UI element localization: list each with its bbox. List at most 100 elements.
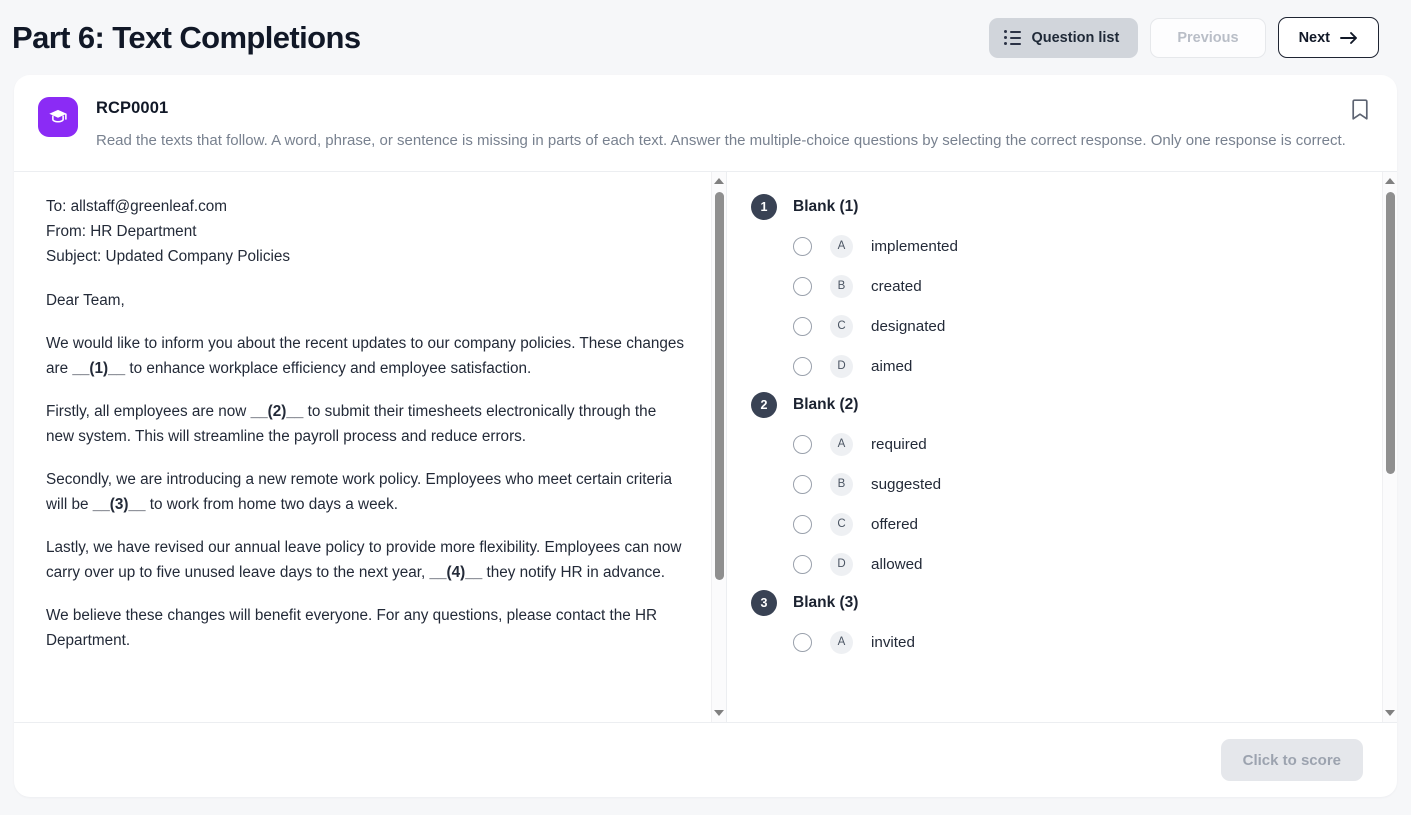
option-text: aimed [871, 357, 913, 375]
questions-scrollbar[interactable] [1382, 172, 1397, 722]
option-text: invited [871, 633, 915, 651]
passage-paragraph-5: We believe these changes will benefit ev… [46, 607, 658, 650]
graduation-cap-icon [38, 97, 78, 137]
questions-scrollbar-thumb[interactable] [1386, 192, 1395, 475]
radio-icon[interactable] [793, 316, 812, 336]
question-block: 1 Blank (1) Aimplemented Bcreated Cdesignate… [751, 194, 1362, 386]
question-code: RCP0001 [96, 99, 169, 117]
option-letter-badge: D [830, 354, 853, 378]
blank-1-marker: __(1)__ [72, 359, 126, 377]
paragraph-2-part-a: Firstly, all employees are now [46, 402, 251, 420]
passage-scroll-down-arrow[interactable] [712, 706, 726, 720]
answer-option[interactable]: Bcreated [793, 266, 1362, 306]
radio-icon[interactable] [793, 276, 812, 296]
question-block: 3 Blank (3) Ainvited [751, 590, 1362, 662]
passage-from-line: From: HR Department [46, 223, 197, 241]
passage-paragraph-1: We would like to inform you about the re… [46, 331, 687, 381]
bookmark-icon [1351, 99, 1369, 124]
answer-option[interactable]: Bsuggested [793, 464, 1362, 504]
passage-paragraph-4: Lastly, we have revised our annual leave… [46, 535, 687, 585]
blank-3-marker: __(3)__ [92, 496, 146, 513]
passage-greeting: Dear Team, [46, 291, 125, 309]
radio-icon[interactable] [793, 236, 812, 256]
previous-button[interactable]: Previous [1150, 17, 1266, 58]
card-header-text: RCP0001 Read the texts that follow. A wo… [96, 97, 1346, 153]
bookmark-button[interactable] [1351, 99, 1369, 124]
next-button[interactable]: Next [1277, 17, 1379, 58]
top-bar-actions: Question list Previous Next [989, 17, 1379, 58]
option-letter-badge: B [830, 472, 853, 496]
passage-paragraph-3: Secondly, we are introducing a new remot… [46, 467, 687, 517]
option-text: suggested [871, 475, 942, 493]
option-text: allowed [871, 555, 923, 573]
option-letter-badge: A [830, 432, 853, 456]
blank-4-marker: __(4)__ [429, 564, 483, 582]
click-to-score-button[interactable]: Click to score [1220, 739, 1363, 781]
radio-icon[interactable] [793, 632, 812, 652]
card-footer: Click to score [14, 722, 1397, 797]
questions-list: 1 Blank (1) Aimplemented Bcreated Cdesignate… [751, 194, 1362, 662]
paragraph-1-part-b: to enhance workplace efficiency and empl… [125, 359, 532, 377]
questions-scroll-area[interactable]: 1 Blank (1) Aimplemented Bcreated Cdesignate… [727, 172, 1382, 722]
radio-icon[interactable] [793, 514, 812, 534]
blank-2-marker: __(2)__ [250, 402, 304, 420]
question-title: Blank (2) [793, 396, 859, 414]
passage-subject-line: Subject: Updated Company Policies [46, 248, 291, 266]
option-letter-badge: C [830, 314, 853, 338]
page-title: Part 6: Text Completions [12, 19, 361, 55]
option-letter-badge: C [830, 512, 853, 536]
question-number-badge: 3 [751, 590, 777, 617]
question-number-badge: 2 [751, 392, 777, 419]
previous-label: Previous [1177, 29, 1239, 46]
next-label: Next [1298, 29, 1330, 46]
answer-option[interactable]: Cdesignated [793, 306, 1362, 346]
option-letter-badge: A [830, 630, 853, 654]
questions-scroll-up-arrow[interactable] [1383, 174, 1397, 188]
passage-headers: To: allstaff@greenleaf.com From: HR Depa… [46, 194, 687, 269]
passage-scrollbar-thumb[interactable] [715, 192, 724, 581]
radio-icon[interactable] [793, 554, 812, 574]
answer-option[interactable]: Coffered [793, 504, 1362, 544]
radio-icon[interactable] [793, 434, 812, 454]
question-title: Blank (1) [793, 198, 859, 216]
list-icon [1004, 30, 1021, 45]
card-body: To: allstaff@greenleaf.com From: HR Depa… [14, 172, 1397, 722]
radio-icon[interactable] [793, 474, 812, 494]
option-letter-badge: B [830, 274, 853, 298]
top-bar: Part 6: Text Completions Question list P… [0, 0, 1411, 75]
passage-text: To: allstaff@greenleaf.com From: HR Depa… [46, 194, 687, 653]
question-number-badge: 1 [751, 194, 777, 221]
passage-to-line: To: allstaff@greenleaf.com [46, 198, 228, 216]
answer-option[interactable]: Aimplemented [793, 226, 1362, 266]
passage-paragraph-2: Firstly, all employees are now __(2)__ t… [46, 399, 687, 449]
answer-option[interactable]: Arequired [793, 424, 1362, 464]
option-text: implemented [871, 237, 958, 255]
paragraph-4-part-b: they notify HR in advance. [482, 564, 666, 582]
questions-pane: 1 Blank (1) Aimplemented Bcreated Cdesignate… [727, 172, 1397, 722]
questions-scroll-down-arrow[interactable] [1383, 706, 1397, 720]
question-header: 2 Blank (2) [751, 392, 1362, 419]
passage-pane: To: allstaff@greenleaf.com From: HR Depa… [14, 172, 727, 722]
option-letter-badge: D [830, 552, 853, 576]
radio-icon[interactable] [793, 356, 812, 376]
question-list-label: Question list [1031, 29, 1120, 46]
question-card: RCP0001 Read the texts that follow. A wo… [14, 75, 1397, 797]
answer-option[interactable]: Dallowed [793, 544, 1362, 584]
arrow-right-icon [1340, 31, 1358, 45]
passage-scrollbar[interactable] [711, 172, 726, 722]
answer-option[interactable]: Ainvited [793, 622, 1362, 662]
option-text: designated [871, 317, 946, 335]
passage-scroll-area[interactable]: To: allstaff@greenleaf.com From: HR Depa… [14, 172, 711, 722]
option-letter-badge: A [830, 234, 853, 258]
card-header: RCP0001 Read the texts that follow. A wo… [14, 75, 1397, 173]
question-header: 1 Blank (1) [751, 194, 1362, 221]
passage-scroll-up-arrow[interactable] [712, 174, 726, 188]
option-text: created [871, 277, 922, 295]
option-text: required [871, 435, 927, 453]
option-text: offered [871, 515, 919, 533]
question-header: 3 Blank (3) [751, 590, 1362, 617]
directions-text: Read the texts that follow. A word, phra… [96, 132, 1346, 149]
question-list-button[interactable]: Question list [989, 17, 1139, 58]
question-title: Blank (3) [793, 594, 859, 612]
answer-option[interactable]: Daimed [793, 346, 1362, 386]
